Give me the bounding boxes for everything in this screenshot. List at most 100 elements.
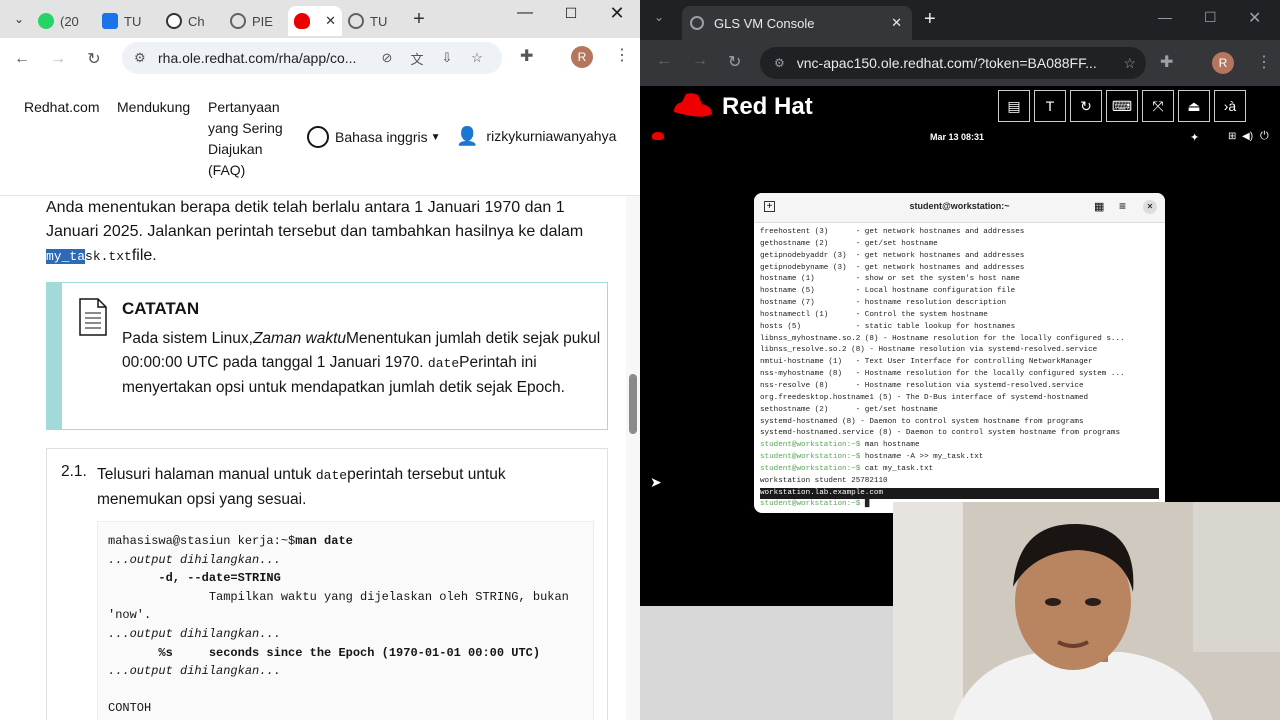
user-menu[interactable]: 👤 rizkykurniawanyahya xyxy=(456,126,616,147)
code-block: mahasiswa@stasiun kerja:~$man date ...ou… xyxy=(97,521,594,720)
grid-view-icon[interactable]: ▦ xyxy=(1094,200,1104,213)
power-icon[interactable]: ⏏ xyxy=(1178,90,1210,122)
code-prompt: mahasiswa@stasiun kerja:~$ xyxy=(108,534,296,548)
code-line: Tampilkan waktu yang dijelaskan oleh STR… xyxy=(108,589,569,604)
whatsapp-icon xyxy=(38,13,54,29)
install-app-icon[interactable]: ⇩ xyxy=(436,47,458,69)
note-body: Pada sistem Linux,Zaman waktuMenentukan … xyxy=(122,327,602,400)
terminal-window[interactable]: + student@workstation:~ ▦ ≡ ✕ freehosten… xyxy=(754,193,1165,513)
refresh-icon[interactable]: ↻ xyxy=(1070,90,1102,122)
vnc-desktop-area xyxy=(640,606,893,720)
send-keys-icon[interactable]: ›à xyxy=(1214,90,1246,122)
accessibility-icon[interactable]: ✦ xyxy=(1190,131,1199,144)
translate-icon[interactable]: 文 xyxy=(406,47,428,69)
language-label: Bahasa inggris xyxy=(335,128,428,145)
close-window-button[interactable]: ✕ xyxy=(1248,8,1261,28)
tab-vm-console[interactable]: GLS VM Console ✕ xyxy=(682,6,912,40)
clock[interactable]: Mar 13 08:31 xyxy=(930,132,984,142)
tab-whatsapp[interactable]: (20 xyxy=(32,6,96,36)
extensions-icon[interactable]: ✚ xyxy=(520,46,533,66)
address-bar[interactable]: ⚙ vnc-apac150.ole.redhat.com/?token=BA08… xyxy=(760,47,1146,79)
terminal-line: getipnodebyname (3) - get network hostna… xyxy=(760,263,1025,272)
code-command: man date xyxy=(295,534,353,548)
browser-toolbar: ← → ↻ ⚙ vnc-apac150.ole.redhat.com/?toke… xyxy=(640,40,1280,86)
step-box: 2.1. Telusuri halaman manual untuk datep… xyxy=(46,448,608,720)
menu-kebab-icon[interactable]: ⋮ xyxy=(614,45,630,65)
terminal-line: org.freedesktop.hostname1 (5) - The D-Bu… xyxy=(760,393,1089,402)
terminal-prompt: student@workstation:~$ xyxy=(760,500,861,509)
back-button[interactable]: ← xyxy=(656,52,672,70)
code-line: 'now'. xyxy=(108,608,152,623)
chatgpt-icon xyxy=(166,13,182,29)
minimize-button[interactable]: — xyxy=(502,0,548,26)
globe-icon xyxy=(690,16,704,30)
reload-button[interactable]: ↻ xyxy=(80,45,108,73)
hamburger-menu-icon[interactable]: ≡ xyxy=(1119,199,1126,213)
close-terminal-icon[interactable]: ✕ xyxy=(1143,200,1157,214)
minimize-button[interactable]: — xyxy=(1158,9,1172,25)
volume-icon[interactable]: ◀) xyxy=(1242,131,1253,142)
forward-button[interactable]: → xyxy=(692,52,708,70)
url-text: vnc-apac150.ole.redhat.com/?token=BA088F… xyxy=(796,55,1097,71)
site-info-icon[interactable]: ⚙ xyxy=(774,56,785,70)
forward-button[interactable]: → xyxy=(44,45,72,73)
back-button[interactable]: ← xyxy=(8,45,36,73)
avatar[interactable]: R xyxy=(1212,52,1234,74)
terminal-command: hostname -A >> my_task.txt xyxy=(860,453,984,462)
terminal-line: systemd-hostnamed.service (8) - Daemon t… xyxy=(760,429,1121,438)
classroom-icon xyxy=(102,13,118,29)
note-italic: Zaman waktu xyxy=(252,330,347,347)
page-scrollbar[interactable] xyxy=(626,196,640,720)
clipboard-icon[interactable]: ▤ xyxy=(998,90,1030,122)
power-menu-icon[interactable]: ⏻ xyxy=(1260,130,1269,143)
site-info-icon[interactable]: ⚙ xyxy=(134,50,146,66)
terminal-line: nmtui-hostname (1) - Text User Interface… xyxy=(760,358,1093,367)
faq-line: (FAQ) xyxy=(208,162,246,178)
tab-search-dropdown[interactable]: ⌄ xyxy=(654,10,664,24)
extensions-icon[interactable]: ✚ xyxy=(1160,52,1173,72)
filename-code: sk.txt xyxy=(85,249,132,264)
bookmark-star-icon[interactable]: ☆ xyxy=(1123,55,1136,72)
bookmark-star-icon[interactable]: ☆ xyxy=(466,47,488,69)
avatar[interactable]: R xyxy=(571,46,593,68)
close-tab-icon[interactable]: ✕ xyxy=(325,13,336,29)
keyboard-icon[interactable]: ⌨ xyxy=(1106,90,1138,122)
terminal-output-line: workstation student 25782110 xyxy=(760,476,888,485)
nav-link-faq[interactable]: Pertanyaan yang Sering Diajukan (FAQ) xyxy=(208,97,283,181)
maximize-button[interactable]: ☐ xyxy=(1204,9,1217,26)
tab-tu[interactable]: TU xyxy=(342,6,406,36)
redhat-activities-icon[interactable] xyxy=(652,132,664,140)
nav-link-support[interactable]: Mendukung xyxy=(117,97,190,118)
tab-strip: ⌄ GLS VM Console ✕ + — ☐ ✕ xyxy=(640,0,1280,40)
camera-off-icon[interactable]: ⊘ xyxy=(376,47,398,69)
language-selector[interactable]: Bahasa inggris ▼ xyxy=(307,126,441,148)
network-icon[interactable]: ⊞ xyxy=(1228,131,1236,142)
terminal-line: gethostname (2) - get/set hostname xyxy=(760,239,938,248)
tab-redhat-active[interactable]: ✕ xyxy=(288,6,342,36)
filename-selected: my_ta xyxy=(46,249,86,264)
text-icon[interactable]: T xyxy=(1034,90,1066,122)
tab-pie[interactable]: PIE xyxy=(224,6,288,36)
tab-strip: ⌄ (20 TU Ch PIE ✕ TU + — ☐ ✕ xyxy=(0,0,640,38)
tab-search-dropdown[interactable]: ⌄ xyxy=(6,6,32,32)
tab-title: GLS VM Console xyxy=(714,15,815,31)
nav-link-redhat[interactable]: Redhat.com xyxy=(24,97,99,118)
left-browser-window: ⌄ (20 TU Ch PIE ✕ TU + — ☐ ✕ ← → ↻ ⚙ rha… xyxy=(0,0,640,720)
terminal-command: man hostname xyxy=(860,441,920,450)
tab-classroom[interactable]: TU xyxy=(96,6,160,36)
note-code: date xyxy=(427,356,460,371)
new-tab-button[interactable]: + xyxy=(924,8,936,31)
menu-kebab-icon[interactable]: ⋮ xyxy=(1256,52,1272,72)
scrollbar-thumb[interactable] xyxy=(629,374,637,434)
tab-chatgpt[interactable]: Ch xyxy=(160,6,224,36)
address-bar[interactable]: ⚙ rha.ole.redhat.com/rha/app/co... ⊘ 文 ⇩… xyxy=(122,42,502,74)
intro-paragraph: Anda menentukan berapa detik telah berla… xyxy=(46,196,606,269)
maximize-button[interactable]: ☐ xyxy=(548,0,594,26)
close-tab-icon[interactable]: ✕ xyxy=(891,15,902,31)
brand-name: Red Hat xyxy=(722,93,813,120)
new-tab-button[interactable]: + xyxy=(406,6,432,32)
close-window-button[interactable]: ✕ xyxy=(594,0,640,26)
vnc-console[interactable]: Red Hat ▤ T ↻ ⌨ ⤧ ⏏ ›à Mar 13 08:31 ✦ ⊞ … xyxy=(640,86,1280,720)
reload-button[interactable]: ↻ xyxy=(728,52,741,72)
fullscreen-off-icon[interactable]: ⤧ xyxy=(1142,90,1174,122)
